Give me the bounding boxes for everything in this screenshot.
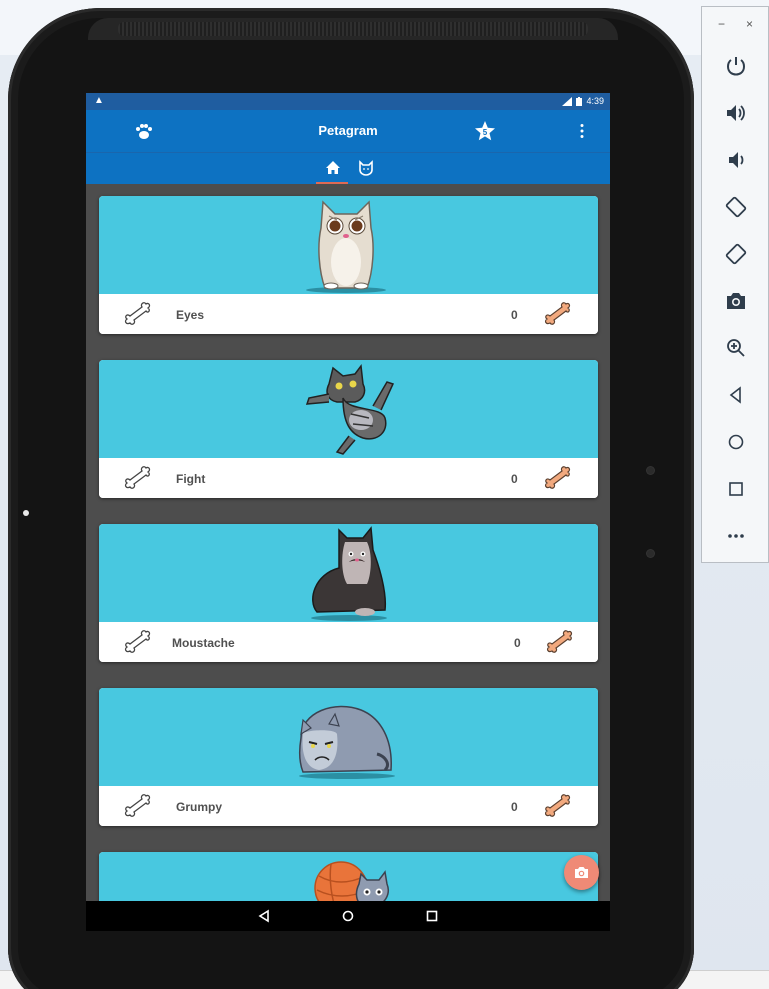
close-button[interactable]: × [746, 17, 753, 31]
signal-icon [562, 96, 573, 106]
camera-icon [575, 867, 588, 878]
rotate-left-icon[interactable] [724, 195, 748, 219]
rotate-right-icon[interactable] [724, 242, 748, 266]
pet-card: Moustache 0 [99, 524, 598, 662]
home-icon[interactable] [724, 430, 748, 454]
pet-card: Grumpy 0 [99, 688, 598, 826]
pet-name: Fight [176, 472, 206, 486]
app-toolbar: Petagram 5 [86, 110, 610, 152]
overview-icon[interactable] [724, 477, 748, 501]
bone-outline-icon[interactable] [123, 793, 153, 819]
pet-card-footer: Fight 0 [99, 458, 598, 498]
cat-eyes-illustration [306, 200, 386, 293]
warning-icon: ▲ [94, 95, 104, 106]
system-navigation-bar [86, 901, 610, 931]
pet-image [99, 524, 598, 622]
status-time: 4:39 [586, 96, 604, 106]
pet-image [99, 360, 598, 458]
cat-fight-illustration [305, 364, 395, 455]
bone-filled-icon[interactable] [543, 793, 573, 819]
pet-like-count: 0 [511, 800, 518, 814]
pet-card [99, 852, 598, 901]
star-badge: 5 [483, 128, 488, 137]
bone-filled-icon[interactable] [543, 301, 573, 327]
zoom-icon[interactable] [724, 336, 748, 360]
app-title: Petagram [318, 123, 378, 138]
cat-grumpy-illustration [298, 705, 395, 779]
nav-back-icon[interactable] [257, 909, 271, 923]
volume-up-icon[interactable] [724, 101, 748, 125]
bone-outline-icon[interactable] [123, 465, 153, 491]
pet-name: Grumpy [176, 800, 223, 814]
screenshot-icon[interactable] [724, 289, 748, 313]
volume-down-icon[interactable] [724, 148, 748, 172]
nav-overview-icon[interactable] [425, 909, 439, 923]
status-bar: ▲ 4:39 [86, 93, 610, 110]
camera-fab[interactable] [564, 855, 599, 890]
bone-outline-icon[interactable] [123, 629, 153, 655]
pet-like-count: 0 [511, 308, 518, 322]
nav-home-icon[interactable] [341, 909, 355, 923]
bone-filled-icon[interactable] [543, 465, 573, 491]
battery-icon [576, 96, 583, 106]
tablet-camera [23, 510, 29, 516]
pet-name: Moustache [172, 636, 235, 650]
tablet-speaker-grille [118, 22, 588, 36]
more-icon[interactable] [724, 524, 748, 548]
tab-bar [86, 152, 610, 184]
pet-card-footer: Moustache 0 [99, 622, 598, 662]
minimize-button[interactable]: − [718, 17, 725, 31]
bone-outline-icon[interactable] [123, 301, 153, 327]
favorites-star-icon[interactable]: 5 [474, 120, 496, 142]
power-icon[interactable] [724, 54, 748, 78]
cat-moustache-illustration [311, 526, 387, 621]
pet-name: Eyes [176, 308, 205, 322]
device-screen: ▲ 4:39 Petagram 5 Eyes 0 Fight 0 Moustac… [86, 93, 610, 931]
pet-image [99, 852, 598, 901]
back-icon[interactable] [724, 383, 748, 407]
tab-home[interactable] [323, 159, 343, 177]
pet-card: Fight 0 [99, 360, 598, 498]
emulator-controls-panel: − × [701, 6, 769, 563]
pet-like-count: 0 [514, 636, 521, 650]
pet-image [99, 196, 598, 294]
overflow-menu-icon[interactable] [579, 123, 585, 139]
bone-filled-icon[interactable] [545, 629, 575, 655]
tablet-sensor [647, 467, 654, 474]
pet-image [99, 688, 598, 786]
pet-list[interactable]: Eyes 0 Fight 0 Moustache 0 Grumpy 0 [86, 184, 610, 901]
pet-like-count: 0 [511, 472, 518, 486]
cat-yarn-illustration [314, 861, 389, 901]
tablet-sensor [647, 550, 654, 557]
tab-cat-face[interactable] [356, 159, 376, 177]
pet-card-footer: Eyes 0 [99, 294, 598, 334]
pet-card-footer: Grumpy 0 [99, 786, 598, 826]
pet-card: Eyes 0 [99, 196, 598, 334]
